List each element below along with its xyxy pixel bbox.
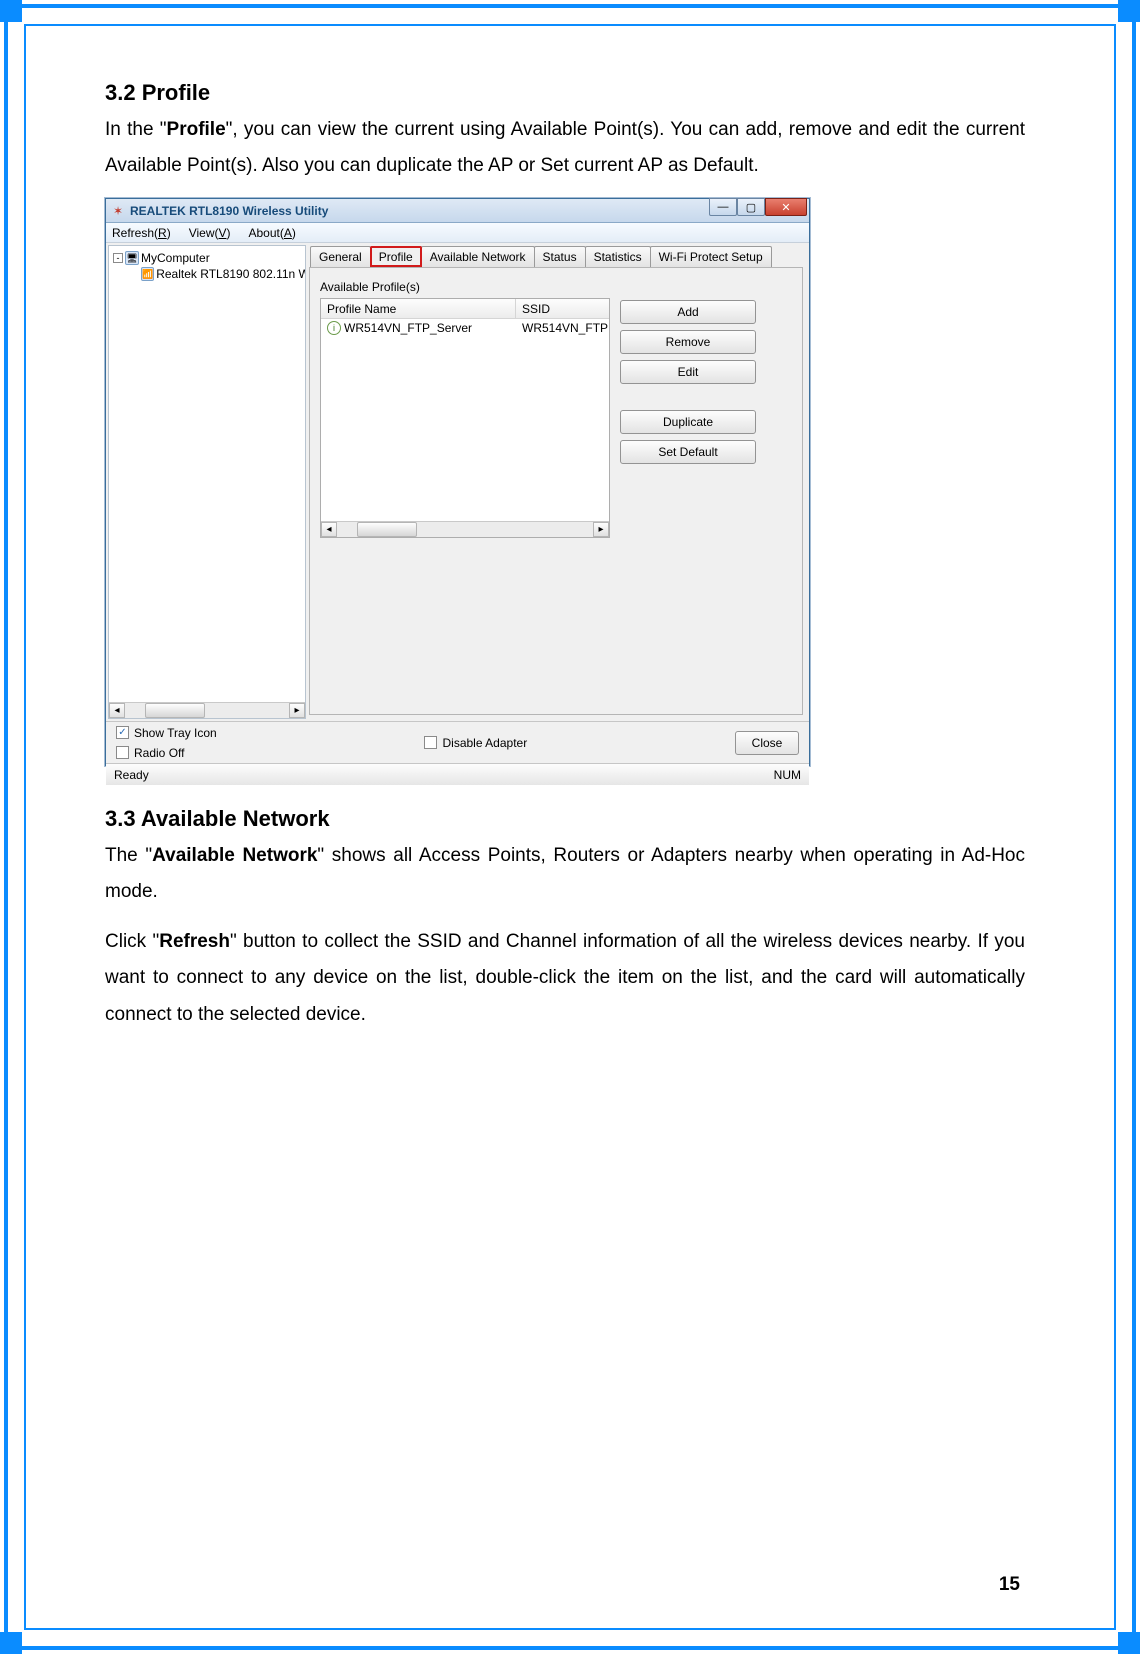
section-paragraph: In the "Profile", you can view the curre…: [105, 112, 1025, 184]
bottom-options: ✓ Show Tray Icon Radio Off Disable Adapt…: [106, 721, 809, 763]
scroll-thumb[interactable]: [357, 522, 417, 537]
status-num: NUM: [774, 768, 801, 782]
profile-row[interactable]: i WR514VN_FTP_Server WR514VN_FTP: [321, 319, 609, 337]
tree-hscrollbar[interactable]: ◂ ▸: [109, 702, 305, 718]
col-ssid[interactable]: SSID: [516, 299, 609, 318]
radio-off-checkbox[interactable]: Radio Off: [116, 746, 217, 760]
maximize-button[interactable]: ▢: [737, 198, 765, 216]
minimize-button[interactable]: —: [709, 198, 737, 216]
menu-about[interactable]: About(A): [249, 226, 296, 240]
tree-root-label: MyComputer: [141, 251, 210, 265]
menu-view[interactable]: View(V): [189, 226, 231, 240]
close-window-button[interactable]: ✕: [765, 198, 807, 216]
close-button[interactable]: Close: [735, 731, 799, 755]
section-heading-profile: 3.2 Profile: [105, 80, 1025, 106]
scroll-thumb[interactable]: [145, 703, 205, 718]
show-tray-icon-checkbox[interactable]: ✓ Show Tray Icon: [116, 726, 217, 740]
edit-button[interactable]: Edit: [620, 360, 756, 384]
page-body: 3.2 Profile In the "Profile", you can vi…: [105, 80, 1025, 1047]
tree-child-label: Realtek RTL8190 802.11n W: [156, 267, 306, 281]
profile-name-cell: WR514VN_FTP_Server: [344, 321, 472, 335]
tab-general[interactable]: General: [310, 246, 371, 267]
tab-available-network[interactable]: Available Network: [421, 246, 535, 267]
status-bar: Ready NUM: [106, 763, 809, 785]
profile-ssid-cell: WR514VN_FTP: [516, 321, 609, 335]
remove-button[interactable]: Remove: [620, 330, 756, 354]
menubar: Refresh(R) View(V) About(A): [106, 223, 809, 243]
titlebar[interactable]: ✶ REALTEK RTL8190 Wireless Utility — ▢ ✕: [106, 199, 809, 223]
checkbox-unchecked-icon: [424, 736, 437, 749]
add-button[interactable]: Add: [620, 300, 756, 324]
expander-icon[interactable]: -: [113, 253, 123, 263]
set-default-button[interactable]: Set Default: [620, 440, 756, 464]
tab-statistics[interactable]: Statistics: [585, 246, 651, 267]
available-profiles-label: Available Profile(s): [320, 280, 792, 294]
checkbox-unchecked-icon: [116, 746, 129, 759]
checkbox-checked-icon: ✓: [116, 726, 129, 739]
computer-icon: 🖥: [125, 251, 139, 265]
profile-list-hscrollbar[interactable]: ◂ ▸: [321, 521, 609, 537]
scroll-left-button[interactable]: ◂: [109, 703, 125, 718]
status-text: Ready: [114, 768, 149, 782]
profile-list-header: Profile Name SSID: [321, 299, 609, 319]
profile-list[interactable]: Profile Name SSID i WR514VN_FTP_Server W…: [320, 298, 610, 538]
col-profile-name[interactable]: Profile Name: [321, 299, 516, 318]
section-heading-available-network: 3.3 Available Network: [105, 806, 1025, 832]
section-paragraph: Click "Refresh" button to collect the SS…: [105, 924, 1025, 1032]
tree-child[interactable]: 📶 Realtek RTL8190 802.11n W: [113, 266, 301, 282]
adapter-icon: 📶: [141, 267, 154, 281]
tab-wps[interactable]: Wi-Fi Protect Setup: [650, 246, 772, 267]
tab-container: General Profile Available Network Status…: [308, 245, 807, 719]
scroll-right-button[interactable]: ▸: [593, 522, 609, 537]
menu-refresh[interactable]: Refresh(R): [112, 226, 171, 240]
scroll-right-button[interactable]: ▸: [289, 703, 305, 718]
section-paragraph: The "Available Network" shows all Access…: [105, 838, 1025, 910]
tree-root[interactable]: - 🖥 MyComputer: [113, 250, 301, 266]
app-window: ✶ REALTEK RTL8190 Wireless Utility — ▢ ✕…: [105, 198, 810, 766]
scroll-left-button[interactable]: ◂: [321, 522, 337, 537]
app-icon: ✶: [110, 203, 126, 219]
tab-profile[interactable]: Profile: [370, 246, 422, 267]
device-tree[interactable]: - 🖥 MyComputer 📶 Realtek RTL8190 802.11n…: [108, 245, 306, 719]
page-number: 15: [999, 1574, 1020, 1596]
profile-panel: Available Profile(s) Profile Name SSID i…: [309, 267, 803, 715]
profile-status-icon: i: [327, 321, 341, 335]
duplicate-button[interactable]: Duplicate: [620, 410, 756, 434]
window-title: REALTEK RTL8190 Wireless Utility: [130, 204, 328, 218]
disable-adapter-checkbox[interactable]: Disable Adapter: [424, 736, 527, 750]
tab-status[interactable]: Status: [534, 246, 586, 267]
